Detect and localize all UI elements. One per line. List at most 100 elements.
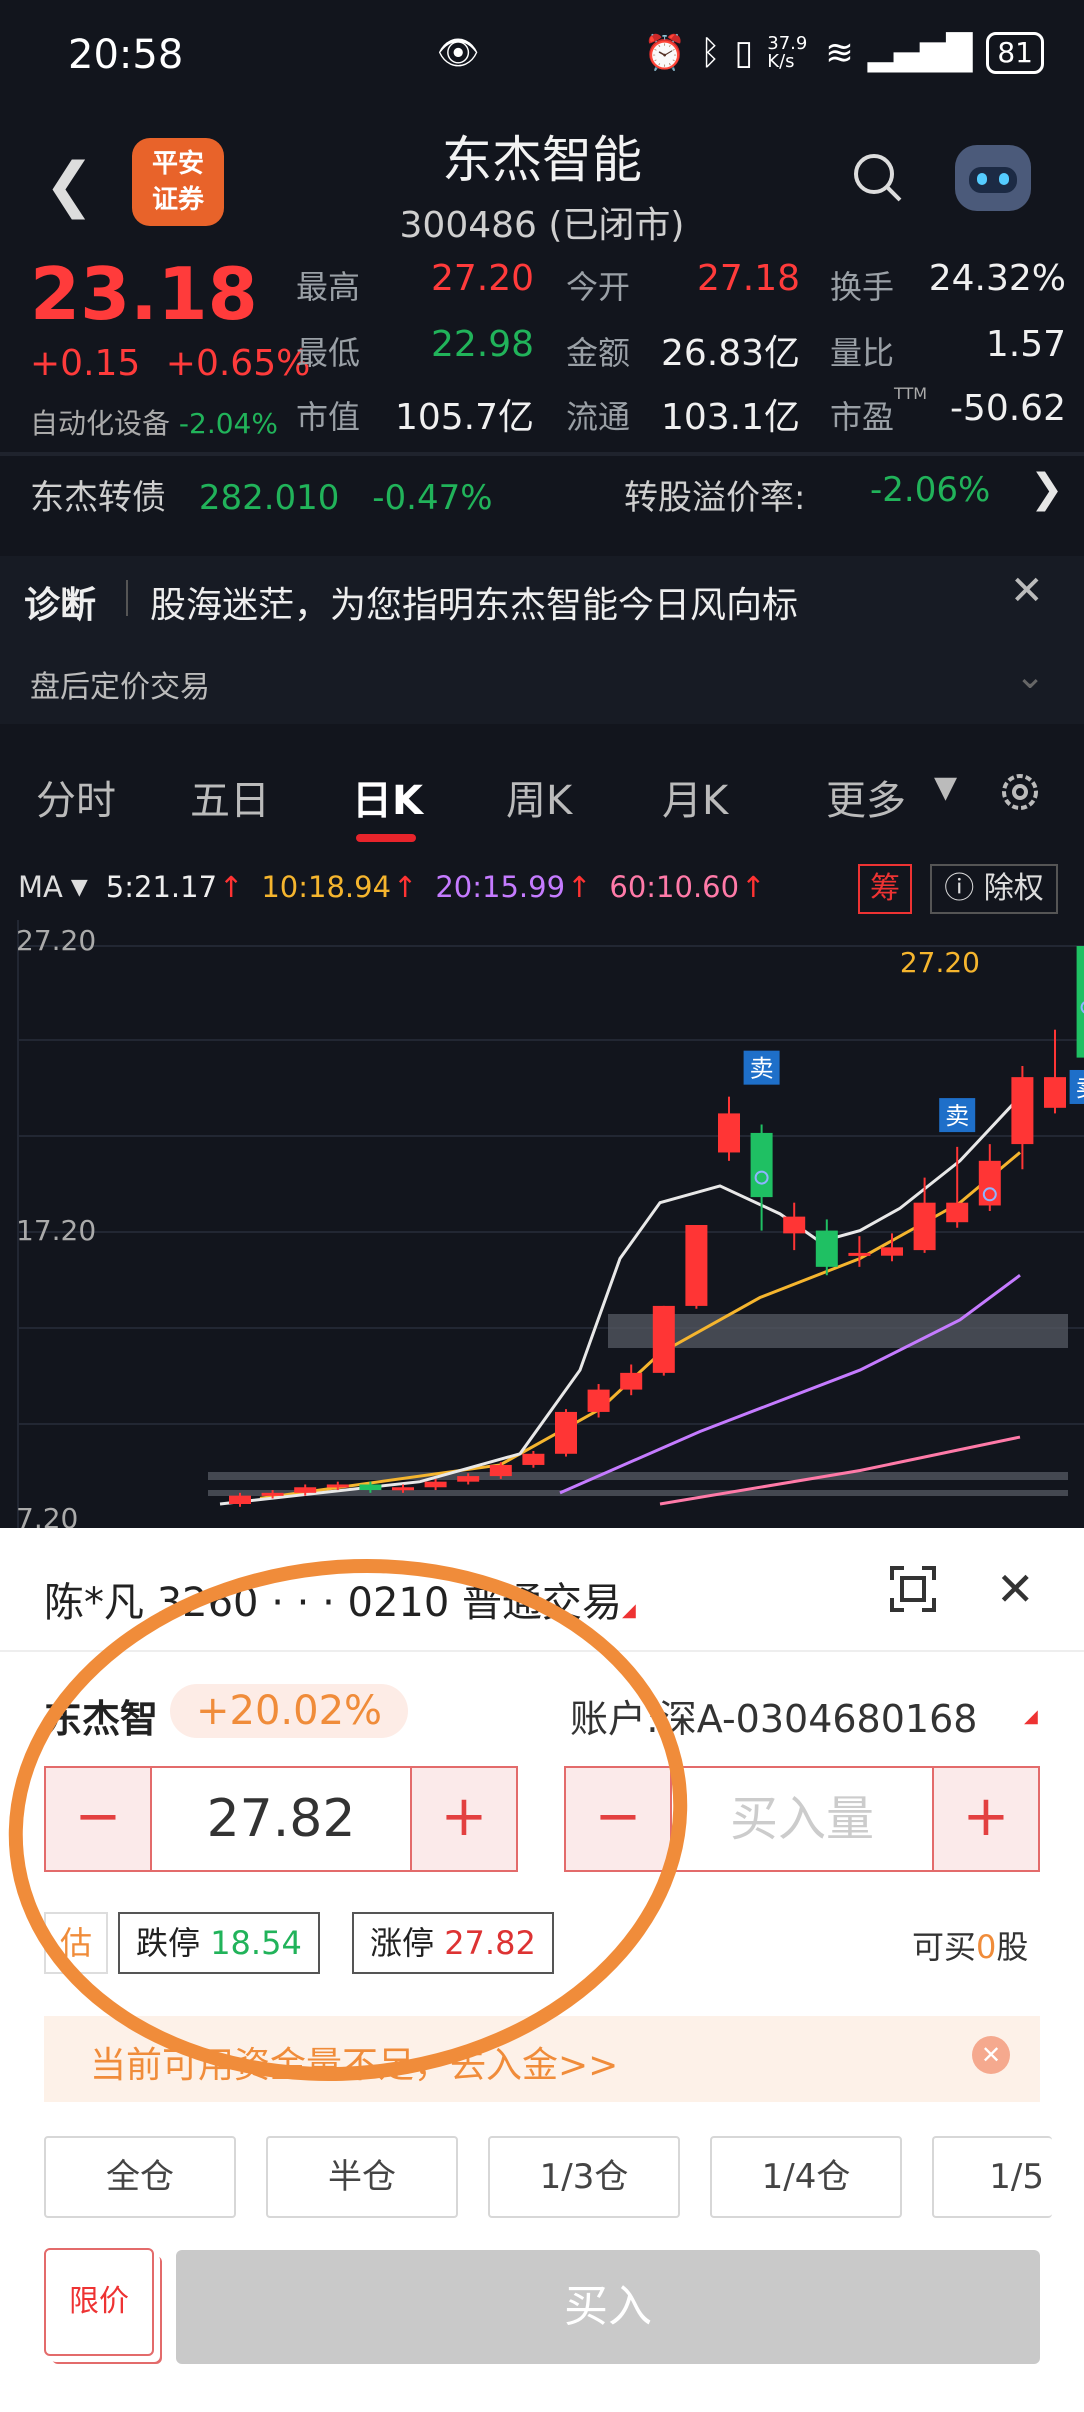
premium-label: 转股溢价率: (624, 478, 806, 518)
change-value: +0.15 (30, 343, 141, 384)
triangle-icon: ◢ (622, 1600, 636, 1621)
candle-body (620, 1372, 643, 1390)
candle-body (522, 1453, 545, 1465)
scan-icon[interactable] (888, 1564, 938, 1614)
after-hours-label[interactable]: 盘后定价交易 (30, 662, 210, 706)
divider (0, 452, 1084, 456)
y-axis-label: 17.20 (16, 1214, 96, 1247)
sector-name: 自动化设备 (30, 407, 171, 440)
position-half-button[interactable]: 半仓 (266, 2136, 458, 2218)
y-axis-label: 27.20 (16, 924, 96, 957)
active-tab-indicator (356, 834, 416, 842)
diagnosis-panel[interactable]: 诊断 股海迷茫，为您指明东杰智能今日风向标 ✕ 盘后定价交易 ⌄ (0, 556, 1084, 724)
quote-field-label: 最低 (296, 334, 361, 372)
convert-bond-row[interactable]: 东杰转债 282.010 -0.47% 转股溢价率: -2.06% ❯ (30, 466, 1064, 519)
candle-body (685, 1225, 708, 1306)
quote-field-label: 市值 (296, 398, 361, 436)
position-third-button[interactable]: 1/3仓 (488, 2136, 680, 2218)
bond-name: 东杰转债 (30, 478, 166, 518)
chip-button[interactable]: 筹 (858, 864, 912, 914)
ma-label: MA (18, 870, 63, 904)
bond-price: 282.010 (198, 478, 340, 518)
candle-body (750, 1132, 773, 1198)
candlestick-chart[interactable]: 27.2017.207.20卖卖卖27.20 (0, 920, 1084, 1530)
candle-body (587, 1389, 610, 1412)
wifi-icon: ≋ (825, 33, 854, 73)
close-icon[interactable]: ✕ (996, 1562, 1035, 1616)
ma-dropdown-icon[interactable]: ▼ (71, 875, 88, 900)
close-icon[interactable]: ✕ (1010, 568, 1044, 614)
quote-field-value: 24.32% (928, 258, 1066, 299)
candle-body (294, 1487, 317, 1493)
can-buy-post: 股 (996, 1928, 1029, 1966)
candle-body (457, 1476, 480, 1482)
premium-value: -2.06% (870, 470, 991, 510)
position-quarter-button[interactable]: 1/4仓 (710, 2136, 902, 2218)
candle-body (489, 1464, 512, 1477)
search-icon[interactable] (850, 150, 906, 206)
vibrate-icon: ▯ (734, 33, 754, 73)
sell-marker-label: 卖 (1076, 1074, 1084, 1102)
candle-body (424, 1481, 447, 1488)
candle-body (783, 1216, 806, 1234)
position-fifth-button[interactable]: 1/5 (932, 2136, 1052, 2218)
assistant-robot-icon[interactable] (955, 145, 1031, 211)
last-price: 23.18 (30, 252, 258, 336)
dropdown-icon[interactable]: ▼ (934, 770, 957, 805)
candle-body (913, 1202, 936, 1251)
tab-daily-k[interactable]: 日K (352, 768, 423, 826)
chart-tabs: 分时 五日 日K 周K 月K 更多 ▼ (0, 740, 1084, 850)
chevron-down-icon[interactable]: ⌄ (1015, 656, 1045, 697)
battery-icon: 81 (986, 32, 1044, 74)
quote-field-label: 最高 (296, 268, 361, 306)
candle-body (555, 1411, 577, 1454)
ex-rights-button[interactable]: ⓘ 除权 (930, 864, 1058, 914)
sector-pct: -2.04% (178, 407, 278, 440)
tab-intraday[interactable]: 分时 (36, 768, 116, 826)
tab-weekly-k[interactable]: 周K (506, 768, 572, 826)
candle-body (261, 1492, 284, 1496)
candle-body (946, 1202, 969, 1223)
sell-marker-label: 卖 (945, 1102, 969, 1130)
settings-gear-icon[interactable] (996, 768, 1044, 816)
position-full-button[interactable]: 全仓 (44, 2136, 236, 2218)
close-notice-icon[interactable]: ✕ (972, 2036, 1010, 2074)
triangle-icon: ◢ (1024, 1706, 1038, 1727)
ttm-label: TTM (894, 384, 928, 403)
quote-field-value: -50.62 (949, 388, 1066, 429)
ma20-value: 20:15.99 (435, 870, 566, 904)
status-icons: 👁 ⏰ ᛒ ▯ 37.9 K/s ≋ ▂▄▆█ 81 (437, 32, 1044, 74)
candle-body (848, 1252, 871, 1256)
tab-monthly-k[interactable]: 月K (662, 768, 728, 826)
quantity-input[interactable]: 买入量 (672, 1768, 932, 1870)
diagnosis-tag: 诊断 (24, 585, 97, 626)
candle-body (229, 1495, 251, 1504)
quote-field-value: 22.98 (430, 324, 534, 365)
status-time: 20:58 (68, 32, 184, 78)
quote-field-value: 103.1亿 (660, 397, 800, 438)
quote-field-label: 量比 (830, 334, 895, 372)
quote-field-value: 27.20 (430, 258, 534, 299)
y-axis-label: 7.20 (16, 1502, 78, 1530)
sell-marker-label: 卖 (750, 1055, 774, 1083)
tab-more[interactable]: 更多 (826, 768, 906, 826)
ma5-line (219, 1095, 1022, 1506)
tab-five-day[interactable]: 五日 (190, 768, 270, 826)
buy-button[interactable]: 买入 (176, 2250, 1040, 2364)
qty-plus-button[interactable]: + (932, 1768, 1038, 1870)
candle-body (978, 1160, 1001, 1206)
net-speed: 37.9 K/s (767, 33, 808, 72)
sector-info[interactable]: 自动化设备 -2.04% (30, 402, 278, 442)
chevron-right-icon: ❯ (1030, 466, 1064, 512)
candle-body (326, 1484, 349, 1488)
candle-body (881, 1247, 903, 1256)
quote-field-label: 今开 (566, 268, 631, 306)
quote-field-value: 26.83亿 (660, 333, 800, 374)
ma60-value: 60:10.60 (609, 870, 740, 904)
order-type-button[interactable]: 限价 (44, 2248, 154, 2356)
quote-field-value: 105.7亿 (394, 397, 534, 438)
signal-icon: ▂▄▆█ (867, 33, 973, 73)
high-price-label: 27.20 (900, 946, 980, 979)
candle-body (652, 1305, 675, 1373)
change-pct: +0.65% (165, 343, 311, 384)
